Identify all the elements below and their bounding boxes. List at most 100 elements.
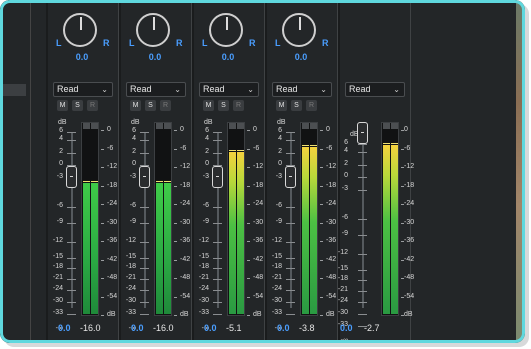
volume-value[interactable]: 0.0 — [58, 323, 71, 333]
fader-tick-mark — [67, 140, 76, 141]
clip-indicator[interactable] — [156, 123, 163, 129]
volume-value[interactable]: 0.0 — [204, 323, 217, 333]
pan-value[interactable]: 0.0 — [265, 52, 337, 62]
pan-knob[interactable] — [282, 13, 316, 47]
solo-button[interactable]: S — [291, 100, 302, 111]
fader-scale-label: -12 — [198, 237, 209, 244]
volume-fader-handle[interactable] — [139, 166, 150, 188]
meter-tick-mark — [320, 315, 323, 316]
clip-indicator[interactable] — [164, 123, 171, 129]
meter-tick-mark — [101, 130, 104, 131]
mute-button[interactable]: M — [130, 100, 141, 111]
fader-scale-label: -3 — [56, 173, 63, 180]
fader-track[interactable] — [290, 132, 292, 308]
fader-scale-label: 0 — [344, 172, 348, 179]
clip-indicator[interactable] — [237, 123, 244, 129]
pan-knob[interactable] — [136, 13, 170, 47]
solo-button[interactable]: S — [72, 100, 83, 111]
clip-indicator[interactable] — [310, 123, 317, 129]
volume-value[interactable]: 0.0 — [340, 323, 353, 333]
automation-mode-select[interactable]: Read ⌄ — [53, 82, 113, 97]
pan-value[interactable]: 0.0 — [119, 52, 191, 62]
fader-tick-mark — [286, 207, 295, 208]
fader-tick-mark — [213, 314, 222, 315]
clip-indicator[interactable] — [383, 123, 390, 129]
automation-mode-select[interactable]: Read ⌄ — [199, 82, 259, 97]
fader-tick-mark — [358, 280, 367, 281]
volume-value[interactable]: 0.0 — [131, 323, 144, 333]
fader-tick-mark — [213, 207, 222, 208]
pan-value[interactable]: 0.0 — [46, 52, 118, 62]
record-button[interactable]: R — [233, 100, 244, 111]
fader-scale-label: 6 — [278, 127, 282, 134]
record-button[interactable]: R — [87, 100, 98, 111]
fader-track[interactable] — [362, 144, 364, 308]
meter-tick-mark — [101, 167, 104, 168]
volume-fader-handle[interactable] — [212, 166, 223, 188]
fader-tick-mark — [358, 270, 367, 271]
meter-scale-label: -12 — [107, 163, 118, 170]
fader-tick-mark — [67, 242, 76, 243]
meter-scale-label: -48 — [107, 274, 118, 281]
peak-hold-line — [91, 181, 98, 182]
fader-scale-label: -9 — [341, 230, 348, 237]
pan-value[interactable]: 0.0 — [192, 52, 264, 62]
fader-track[interactable] — [217, 132, 219, 308]
record-button[interactable]: R — [306, 100, 317, 111]
pan-knob[interactable] — [209, 13, 243, 47]
automation-mode-select[interactable]: Read ⌄ — [345, 82, 405, 97]
mute-button[interactable]: M — [57, 100, 68, 111]
volume-fader-handle[interactable] — [357, 122, 368, 144]
clip-indicator[interactable] — [83, 123, 90, 129]
fader-scale-label: 2 — [59, 148, 63, 155]
fader-tick-mark — [286, 132, 295, 133]
volume-value[interactable]: 0.0 — [277, 323, 290, 333]
fader-scale-label: -12 — [125, 237, 136, 244]
meter-tick-mark — [101, 315, 104, 316]
meter-scale-label: -6 — [404, 144, 411, 152]
fader-tick-mark — [213, 279, 222, 280]
meter-tick-mark — [247, 148, 250, 150]
meter-tick-mark — [174, 259, 177, 261]
fader-scale-label: 2 — [278, 148, 282, 155]
meter-scale-label: -54 — [107, 292, 118, 300]
fader-scale-label: -15 — [125, 253, 136, 260]
audio-track-mixer: L R 0.0 Read ⌄ M S RdB 6 4 2 0 -3 -6 -9 -12 -15 -18 -21 -24… — [46, 0, 516, 343]
automation-mode-select[interactable]: Read ⌄ — [126, 82, 186, 97]
clip-indicator[interactable] — [302, 123, 309, 129]
record-button[interactable]: R — [160, 100, 171, 111]
meter-scale-label: -30 — [180, 218, 191, 226]
clip-indicator[interactable] — [91, 123, 98, 129]
fader-tick-mark — [358, 235, 367, 236]
meter-scale-label: dB — [253, 311, 262, 318]
meter-scale-label: 0 — [404, 126, 408, 133]
automation-mode-select[interactable]: Read ⌄ — [272, 82, 332, 97]
meter-tick-mark — [174, 222, 177, 224]
fader-tick-mark — [358, 177, 367, 178]
solo-button[interactable]: S — [218, 100, 229, 111]
meter-tick-mark — [101, 296, 104, 298]
meter-scale-label: -48 — [253, 274, 264, 281]
fader-track[interactable] — [71, 132, 73, 308]
fader-tick-mark — [286, 223, 295, 224]
automation-mode-label: Read — [349, 84, 371, 94]
fader-scale-label: -6 — [202, 202, 209, 209]
volume-fader-handle[interactable] — [285, 166, 296, 188]
clip-indicator[interactable] — [391, 123, 398, 129]
fader-tick-mark — [358, 144, 367, 145]
volume-fader-handle[interactable] — [66, 166, 77, 188]
fader-track[interactable] — [144, 132, 146, 308]
track-row-highlight[interactable] — [0, 84, 26, 96]
meter-tick-mark — [174, 204, 177, 205]
peak-hold-line — [83, 181, 90, 182]
clip-indicator[interactable] — [229, 123, 236, 129]
solo-button[interactable]: S — [145, 100, 156, 111]
meter-tick-mark — [101, 148, 104, 150]
meter-scale-label: -54 — [326, 292, 337, 300]
fader-tick-mark — [213, 268, 222, 269]
mute-button[interactable]: M — [203, 100, 214, 111]
mute-button[interactable]: M — [276, 100, 287, 111]
fader-tick-mark — [140, 279, 149, 280]
pan-knob[interactable] — [63, 13, 97, 47]
fader-scale-label: 4 — [278, 135, 282, 142]
